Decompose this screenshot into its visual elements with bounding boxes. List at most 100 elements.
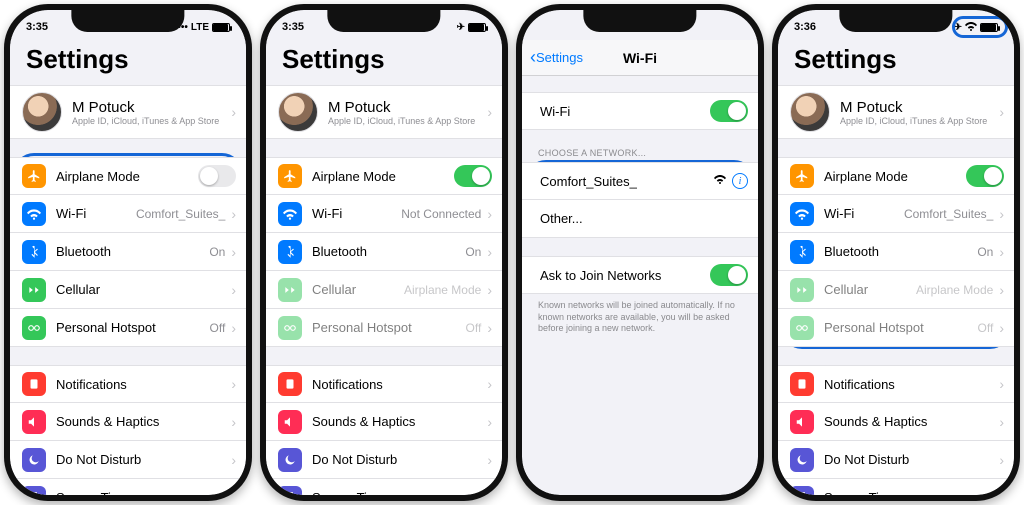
dnd-row[interactable]: Do Not Disturb › — [778, 441, 1014, 479]
airplane-icon — [278, 164, 302, 188]
sounds-row[interactable]: Sounds & Haptics › — [778, 403, 1014, 441]
ask-join-row[interactable]: Ask to Join Networks — [522, 256, 758, 294]
chevron-icon: › — [999, 282, 1004, 298]
choose-header: Choose a Network... — [522, 148, 758, 162]
hotspot-label: Personal Hotspot — [824, 320, 924, 335]
chevron-icon: › — [231, 452, 236, 468]
ask-footnote: Known networks will be joined automatica… — [522, 294, 758, 341]
hotspot-row[interactable]: Personal Hotspot Off › — [10, 309, 246, 347]
cellular-row[interactable]: CellularAirplane Mode› — [266, 271, 502, 309]
cellular-icon — [278, 278, 302, 302]
dnd-label: Do Not Disturb — [56, 452, 141, 467]
wifi-label: Wi-Fi — [56, 206, 86, 221]
ask-label: Ask to Join Networks — [540, 268, 661, 283]
notifications-row[interactable]: Notifications› — [266, 365, 502, 403]
airplane-mode-row[interactable]: Airplane Mode — [266, 157, 502, 195]
screentime-label: Screen Time — [824, 490, 897, 495]
dnd-row[interactable]: Do Not Disturb › — [266, 441, 502, 479]
airplane-toggle[interactable] — [454, 165, 492, 187]
chevron-icon: › — [231, 320, 236, 336]
avatar — [22, 92, 62, 132]
chevron-icon: › — [487, 414, 492, 430]
phone-1: 3:35 •••• LTE Settings M Potuck Apple ID… — [4, 4, 252, 501]
moon-icon — [790, 448, 814, 472]
other-label: Other... — [540, 211, 583, 226]
airplane-mode-row[interactable]: Airplane Mode — [778, 157, 1014, 195]
airplane-mode-row[interactable]: Airplane Mode — [10, 157, 246, 195]
hourglass-icon — [790, 486, 814, 496]
notifications-icon — [22, 372, 46, 396]
ask-toggle[interactable] — [710, 264, 748, 286]
cellular-value: Airplane Mode — [916, 283, 995, 297]
bt-value: On — [977, 245, 995, 259]
sounds-row[interactable]: Sounds & Haptics› — [10, 403, 246, 441]
bluetooth-row[interactable]: Bluetooth On › — [10, 233, 246, 271]
hotspot-row[interactable]: Personal HotspotOff› — [266, 309, 502, 347]
page-title: Settings — [10, 40, 246, 85]
profile-row[interactable]: M Potuck Apple ID, iCloud, iTunes & App … — [10, 85, 246, 139]
page-title: Settings — [266, 40, 502, 85]
chevron-icon: › — [487, 452, 492, 468]
sounds-row[interactable]: Sounds & Haptics › — [266, 403, 502, 441]
moon-icon — [278, 448, 302, 472]
screentime-row[interactable]: Screen Time› — [10, 479, 246, 495]
back-button[interactable]: ‹Settings — [530, 47, 583, 68]
chevron-icon: › — [487, 104, 492, 120]
screentime-row[interactable]: Screen Time› — [778, 479, 1014, 495]
wifi-toggle[interactable] — [710, 100, 748, 122]
chevron-icon: › — [231, 376, 236, 392]
chevron-icon: › — [999, 104, 1004, 120]
chevron-icon: › — [999, 414, 1004, 430]
notch — [327, 10, 440, 32]
hotspot-row[interactable]: Personal HotspotOff› — [778, 309, 1014, 347]
profile-name: M Potuck — [840, 99, 987, 116]
chevron-icon: › — [999, 244, 1004, 260]
sounds-icon — [790, 410, 814, 434]
wifi-row[interactable]: Wi-Fi Comfort_Suites_ › — [10, 195, 246, 233]
bluetooth-icon — [790, 240, 814, 264]
screentime-row[interactable]: Screen Time› — [266, 479, 502, 495]
sounds-label: Sounds & Haptics — [824, 414, 927, 429]
chevron-icon: › — [487, 244, 492, 260]
cellular-row[interactable]: Cellular › — [10, 271, 246, 309]
network-name: Comfort_Suites_ — [540, 174, 637, 189]
dnd-label: Do Not Disturb — [312, 452, 397, 467]
profile-sub: Apple ID, iCloud, iTunes & App Store — [840, 116, 987, 126]
wifi-row[interactable]: Wi-FiNot Connected› — [266, 195, 502, 233]
notif-label: Notifications — [824, 377, 895, 392]
airplane-toggle[interactable] — [198, 165, 236, 187]
clock: 3:35 — [282, 21, 304, 33]
battery-icon — [212, 23, 230, 32]
airplane-label: Airplane Mode — [312, 169, 396, 184]
hotspot-value: Off — [210, 321, 228, 335]
airplane-label: Airplane Mode — [824, 169, 908, 184]
info-icon[interactable]: i — [732, 173, 748, 189]
wifi-label: Wi-Fi — [540, 104, 570, 119]
wifi-row[interactable]: Wi-FiComfort_Suites_› — [778, 195, 1014, 233]
wifi-toggle-row[interactable]: Wi-Fi — [522, 92, 758, 130]
dnd-label: Do Not Disturb — [824, 452, 909, 467]
airplane-toggle[interactable] — [966, 165, 1004, 187]
page-title: Settings — [778, 40, 1014, 85]
sounds-label: Sounds & Haptics — [312, 414, 415, 429]
other-network-row[interactable]: Other... — [522, 200, 758, 238]
screentime-label: Screen Time — [312, 490, 385, 495]
notifications-row[interactable]: Notifications› — [10, 365, 246, 403]
notch — [839, 10, 952, 32]
wifi-icon — [22, 202, 46, 226]
notifications-row[interactable]: Notifications› — [778, 365, 1014, 403]
dnd-row[interactable]: Do Not Disturb › — [10, 441, 246, 479]
chevron-icon: › — [999, 452, 1004, 468]
chevron-icon: › — [231, 206, 236, 222]
wifi-icon — [278, 202, 302, 226]
chevron-icon: › — [231, 104, 236, 120]
bluetooth-icon — [278, 240, 302, 264]
bluetooth-row[interactable]: BluetoothOn› — [778, 233, 1014, 271]
bluetooth-row[interactable]: BluetoothOn› — [266, 233, 502, 271]
cellular-row[interactable]: CellularAirplane Mode› — [778, 271, 1014, 309]
profile-sub: Apple ID, iCloud, iTunes & App Store — [72, 116, 219, 126]
profile-row[interactable]: M PotuckApple ID, iCloud, iTunes & App S… — [778, 85, 1014, 139]
cellular-label: Cellular — [312, 282, 356, 297]
network-row[interactable]: Comfort_Suites_ i — [522, 162, 758, 200]
profile-row[interactable]: M PotuckApple ID, iCloud, iTunes & App S… — [266, 85, 502, 139]
